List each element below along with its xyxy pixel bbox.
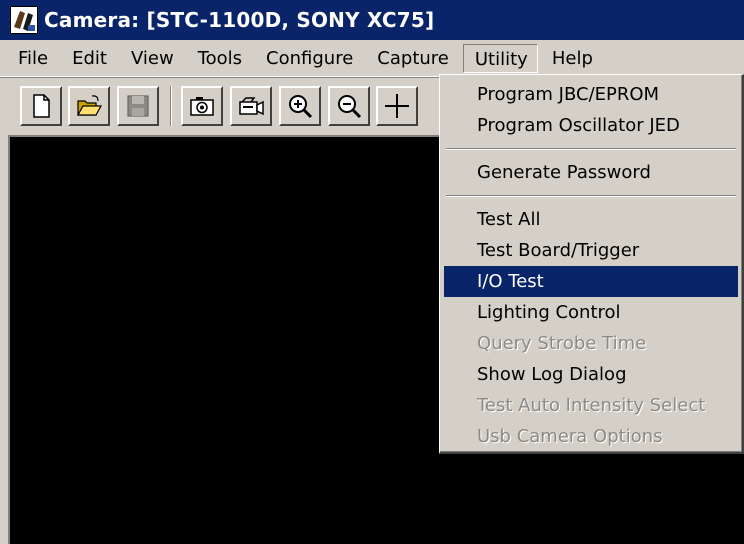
- window-title: Camera: [STC-1100D, SONY XC75]: [44, 8, 435, 32]
- menu-bar: File Edit View Tools Configure Capture U…: [0, 40, 744, 77]
- video-camera-icon: [239, 97, 264, 116]
- menu-capture[interactable]: Capture: [367, 45, 459, 72]
- utility-menu-dropdown: Program JBC/EPROM Program Oscillator JED…: [439, 74, 744, 454]
- crosshair-icon: [385, 94, 409, 118]
- menu-item-test-auto-intensity-select: Test Auto Intensity Select: [477, 395, 706, 416]
- menu-item-show-log-dialog[interactable]: Show Log Dialog: [444, 359, 738, 390]
- zoom-out-icon: [338, 95, 362, 119]
- menu-configure[interactable]: Configure: [256, 45, 363, 72]
- menu-view[interactable]: View: [121, 45, 184, 72]
- save-button[interactable]: [117, 86, 159, 126]
- menu-item-query-strobe-time: Query Strobe Time: [477, 333, 647, 354]
- menu-item-generate-password[interactable]: Generate Password: [444, 157, 738, 188]
- crosshair-button[interactable]: [376, 86, 418, 126]
- menu-item-lighting-control[interactable]: Lighting Control: [444, 297, 738, 328]
- menu-item-program-jbc-eprom[interactable]: Program JBC/EPROM: [444, 79, 738, 110]
- snapshot-button[interactable]: [181, 86, 223, 126]
- open-button[interactable]: [68, 86, 110, 126]
- menu-utility[interactable]: Utility: [462, 43, 538, 73]
- video-capture-button[interactable]: [230, 86, 272, 126]
- camera-snapshot-icon: [190, 97, 214, 116]
- zoom-in-button[interactable]: [279, 86, 321, 126]
- zoom-out-button[interactable]: [328, 86, 370, 126]
- open-folder-icon: [76, 95, 103, 116]
- menu-item-program-oscillator-jed[interactable]: Program Oscillator JED: [444, 110, 738, 141]
- menu-separator: [446, 148, 736, 150]
- toolbar-separator: [170, 86, 172, 126]
- new-button[interactable]: [20, 86, 62, 126]
- zoom-in-icon: [289, 95, 313, 119]
- save-disk-icon: [127, 95, 149, 117]
- menu-tools[interactable]: Tools: [188, 45, 252, 72]
- menu-separator: [446, 195, 736, 197]
- new-document-icon: [33, 94, 50, 118]
- menu-help[interactable]: Help: [542, 45, 603, 72]
- menu-edit[interactable]: Edit: [62, 45, 117, 72]
- menu-item-usb-camera-options: Usb Camera Options: [477, 426, 663, 447]
- menu-item-test-all[interactable]: Test All: [444, 204, 738, 235]
- menu-file[interactable]: File: [8, 45, 58, 72]
- app-icon[interactable]: [10, 6, 38, 34]
- title-bar[interactable]: Camera: [STC-1100D, SONY XC75]: [0, 0, 744, 40]
- menu-item-test-board-trigger[interactable]: Test Board/Trigger: [444, 235, 738, 266]
- menu-item-io-test[interactable]: I/O Test: [444, 266, 738, 297]
